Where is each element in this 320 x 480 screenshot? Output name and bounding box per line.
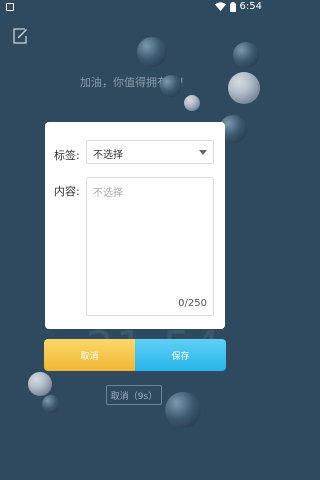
bubble-decoration [137, 37, 167, 67]
wifi-icon [214, 2, 226, 11]
tag-label: 标签: [54, 149, 80, 162]
chevron-down-icon [199, 150, 207, 155]
tag-select-value: 不选择 [93, 150, 123, 161]
bubble-decoration [42, 395, 60, 413]
battery-icon [229, 1, 236, 12]
bubble-decoration [184, 95, 200, 111]
tag-select[interactable]: 不选择 [86, 140, 214, 164]
content-textarea[interactable]: 不选择 0/250 [86, 177, 214, 316]
bubble-decoration [233, 42, 259, 68]
bubble-decoration [228, 72, 260, 104]
content-placeholder: 不选择 [93, 188, 123, 199]
char-count: 0/250 [178, 298, 207, 309]
bubble-decoration [160, 75, 182, 97]
notification-square-icon [6, 3, 14, 11]
countdown-cancel-button[interactable]: 取消（9s） [106, 385, 162, 405]
save-button[interactable]: 保存 [135, 339, 226, 371]
cancel-button[interactable]: 取消 [44, 339, 135, 371]
edit-note-icon[interactable] [11, 27, 29, 45]
status-bar: 6:54 [0, 0, 270, 14]
cancel-button-label: 取消 [80, 351, 99, 362]
content-label: 内容: [54, 185, 80, 198]
status-right-group: 6:54 [214, 1, 262, 12]
save-button-label: 保存 [171, 351, 190, 362]
status-time: 6:54 [239, 1, 262, 12]
bubble-decoration [28, 372, 52, 396]
bubble-decoration [165, 392, 201, 428]
countdown-label: 取消（9s） [110, 391, 158, 402]
